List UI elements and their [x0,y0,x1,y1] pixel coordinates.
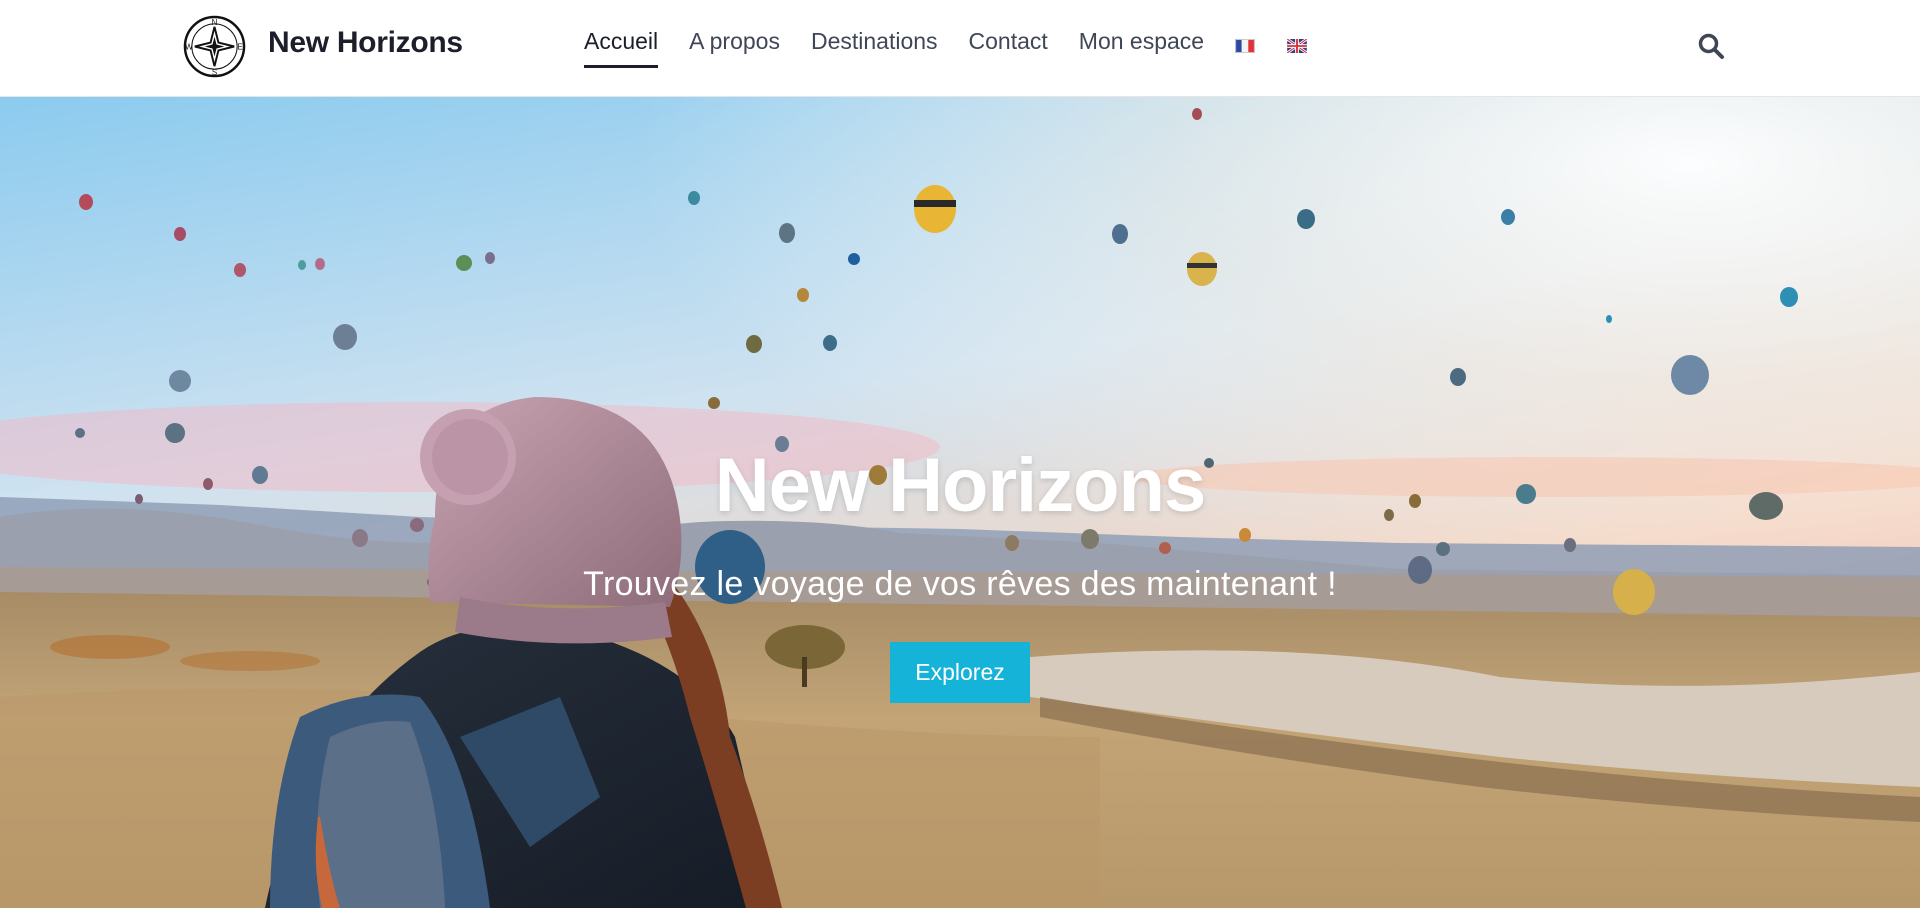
nav-item-contact[interactable]: Contact [969,28,1048,61]
hero-title: New Horizons [714,443,1207,528]
site-header: N S E W New Horizons Accueil A propos De… [0,0,1920,97]
hero-section: New Horizons Trouvez le voyage de vos rê… [0,97,1920,908]
explore-button[interactable]: Explorez [890,642,1030,703]
svg-text:W: W [185,42,193,51]
nav-item-mon-espace[interactable]: Mon espace [1079,28,1204,61]
svg-text:E: E [237,42,242,51]
hero-subtitle: Trouvez le voyage de vos rêves des maint… [583,565,1337,603]
nav-item-destinations[interactable]: Destinations [811,28,938,61]
compass-logo-icon[interactable]: N S E W [183,15,246,78]
nav-item-a-propos[interactable]: A propos [689,28,780,61]
svg-text:N: N [212,18,218,27]
main-nav: Accueil A propos Destinations Contact Mo… [584,28,1339,68]
search-icon[interactable] [1697,32,1725,60]
svg-text:S: S [212,68,217,77]
nav-item-accueil[interactable]: Accueil [584,28,659,68]
fr-flag-icon[interactable] [1235,38,1255,53]
brand-name[interactable]: New Horizons [268,26,463,60]
uk-flag-icon[interactable] [1287,38,1308,53]
